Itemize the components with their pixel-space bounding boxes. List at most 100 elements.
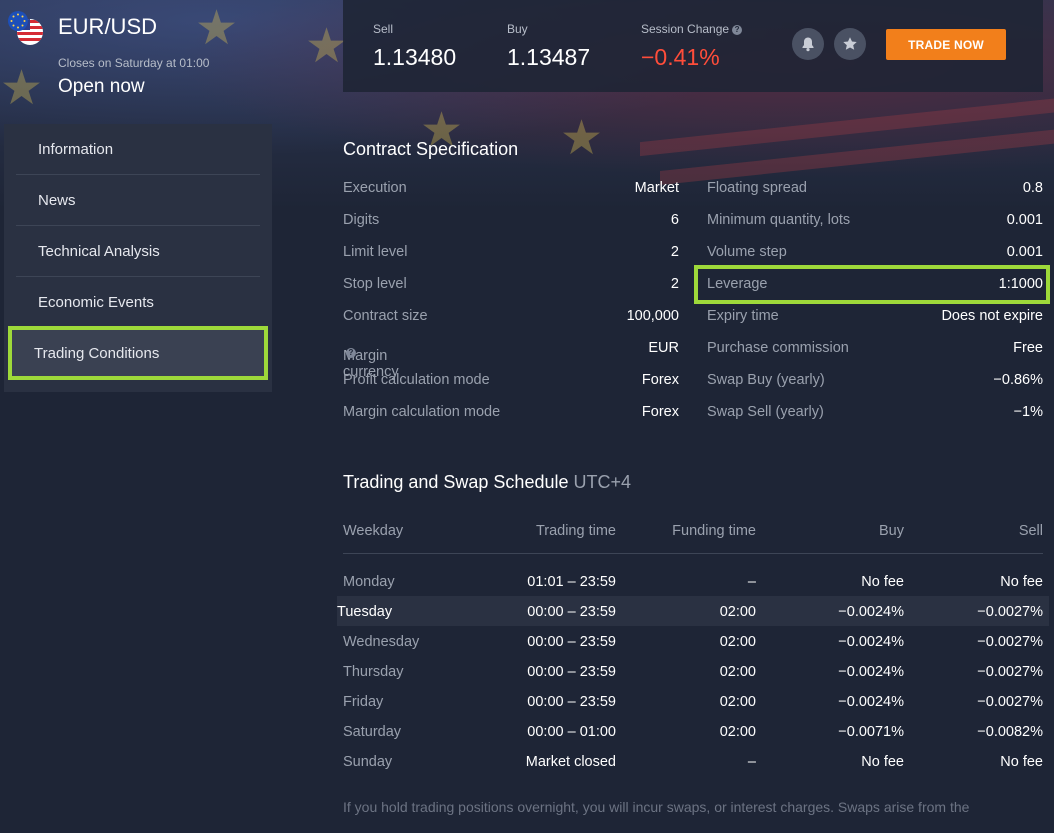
bell-button[interactable]	[792, 28, 824, 60]
weekday-cell: Wednesday	[343, 634, 420, 650]
buy-cell: No fee	[861, 754, 904, 770]
spec-label: Minimum quantity, lots	[707, 212, 851, 228]
trading-time-cell: 01:01 – 23:59	[527, 574, 616, 590]
buy-cell: −0.0071%	[838, 724, 904, 740]
trading-time-cell: 00:00 – 23:59	[527, 664, 616, 680]
favorite-button[interactable]	[834, 28, 866, 60]
sell-label: Sell	[373, 22, 394, 36]
weekday-cell: Monday	[343, 574, 395, 590]
sell-cell: −0.0027%	[977, 694, 1043, 710]
spec-label: Swap Sell (yearly)	[707, 404, 824, 420]
table-row: Tuesday 00:00 – 23:59 02:00 −0.0024% −0.…	[337, 596, 1049, 626]
spec-label: Limit level	[343, 244, 408, 260]
spec-row: Limit level 2 Volume step 0.001	[343, 236, 1043, 268]
schedule-body: Monday 01:01 – 23:59 – No fee No fee Tue…	[337, 566, 1049, 776]
spec-value: 100,000	[626, 308, 679, 324]
spec-value: 6	[670, 212, 679, 228]
schedule-timezone: UTC+4	[573, 472, 632, 492]
help-icon[interactable]: ?	[346, 348, 356, 358]
sell-cell: −0.0082%	[977, 724, 1043, 740]
spec-value: Does not expire	[941, 308, 1043, 324]
contract-spec-title: Contract Specification	[343, 139, 519, 159]
sidebar-nav: Information News Technical Analysis Econ…	[4, 124, 272, 392]
weekday-cell: Friday	[343, 694, 384, 710]
market-status: Open now	[58, 76, 145, 97]
header-weekday: Weekday	[343, 523, 404, 539]
header-funding-time: Funding time	[672, 523, 756, 539]
trading-time-cell: 00:00 – 23:59	[527, 694, 616, 710]
instrument-symbol: EUR/USD	[58, 14, 158, 39]
sell-cell: No fee	[1000, 574, 1043, 590]
spec-row: Contract size 100,000 Expiry time Does n…	[343, 300, 1043, 332]
table-row: Monday 01:01 – 23:59 – No fee No fee	[343, 566, 1043, 596]
buy-cell: −0.0024%	[838, 634, 904, 650]
sell-cell: −0.0027%	[977, 664, 1043, 680]
spec-label: Stop level	[343, 276, 407, 292]
leverage-highlight	[694, 265, 1050, 304]
table-row: Friday 00:00 – 23:59 02:00 −0.0024% −0.0…	[343, 686, 1043, 716]
session-change-label-text: Session Change	[641, 22, 730, 36]
funding-time-cell: –	[747, 574, 756, 590]
spec-label: Execution	[343, 180, 407, 196]
weekday-cell: Sunday	[343, 754, 393, 770]
weekday-cell: Thursday	[343, 664, 404, 680]
spec-label: Digits	[343, 212, 380, 228]
spec-label: Profit calculation mode	[343, 372, 490, 388]
spec-value: 0.001	[1006, 212, 1043, 228]
sidebar-item-trading-conditions[interactable]: Trading Conditions	[8, 326, 268, 380]
spec-value: Forex	[641, 372, 679, 388]
buy-label: Buy	[507, 22, 528, 36]
table-row: Sunday Market closed – No fee No fee	[343, 746, 1043, 776]
spec-row: Digits 6 Minimum quantity, lots 0.001	[343, 204, 1043, 236]
schedule-table: Weekday Trading time Funding time Buy Se…	[337, 515, 1049, 776]
spec-label: Swap Buy (yearly)	[707, 372, 825, 388]
buy-cell: −0.0024%	[838, 604, 904, 620]
help-icon[interactable]: ?	[732, 25, 743, 35]
trading-time-cell: Market closed	[525, 754, 616, 770]
spec-label: Volume step	[707, 244, 787, 260]
trading-time-cell: 00:00 – 23:59	[527, 604, 616, 620]
schedule-header: Weekday Trading time Funding time Buy Se…	[343, 515, 1043, 554]
spec-row: Profit calculation mode Forex Swap Buy (…	[343, 364, 1043, 396]
spec-row: Execution Market Floating spread 0.8	[343, 172, 1043, 204]
spec-row: Margin currency? EUR Purchase commission…	[343, 332, 1043, 380]
star-icon	[843, 37, 857, 50]
sell-price: 1.13480	[373, 44, 457, 70]
sidebar-item-information[interactable]: Information	[16, 124, 260, 175]
spec-value: 0.8	[1022, 180, 1043, 196]
table-row: Saturday 00:00 – 01:00 02:00 −0.0071% −0…	[343, 716, 1043, 746]
table-row: Thursday 00:00 – 23:59 02:00 −0.0024% −0…	[343, 656, 1043, 686]
buy-cell: No fee	[861, 574, 904, 590]
sidebar-item-technical-analysis[interactable]: Technical Analysis	[16, 226, 260, 277]
sidebar-item-news[interactable]: News	[16, 175, 260, 226]
spec-label: Purchase commission	[707, 340, 849, 356]
buy-cell: −0.0024%	[838, 664, 904, 680]
header-sell: Sell	[1018, 523, 1043, 539]
spec-value: 2	[670, 276, 679, 292]
funding-time-cell: 02:00	[719, 604, 756, 620]
quote-panel: Sell 1.13480 Buy 1.13487 Session Change?…	[343, 0, 1043, 92]
weekday-cell: Saturday	[343, 724, 402, 740]
spec-value: Free	[1013, 340, 1043, 356]
funding-time-cell: 02:00	[719, 724, 756, 740]
sidebar-item-economic-events[interactable]: Economic Events	[16, 277, 260, 328]
eur-usd-flag-icon	[8, 11, 43, 45]
header-buy: Buy	[879, 523, 904, 539]
sell-cell: −0.0027%	[977, 604, 1043, 620]
weekday-cell: Tuesday	[337, 604, 393, 620]
sell-cell: −0.0027%	[977, 634, 1043, 650]
session-change-value: −0.41%	[641, 44, 720, 70]
header-trading-time: Trading time	[535, 523, 616, 539]
spec-label: Expiry time	[707, 308, 779, 324]
spec-row: Margin calculation mode Forex Swap Sell …	[343, 396, 1043, 428]
trade-now-button[interactable]: TRADE NOW	[886, 29, 1006, 60]
funding-time-cell: –	[747, 754, 756, 770]
funding-time-cell: 02:00	[719, 694, 756, 710]
buy-cell: −0.0024%	[838, 694, 904, 710]
spec-label: Margin calculation mode	[343, 404, 501, 420]
session-change-label: Session Change?	[641, 22, 743, 36]
swap-note: If you hold trading positions overnight,…	[343, 799, 970, 815]
spec-value: 2	[670, 244, 679, 260]
bell-icon	[802, 37, 814, 52]
spec-value: EUR	[648, 340, 679, 356]
